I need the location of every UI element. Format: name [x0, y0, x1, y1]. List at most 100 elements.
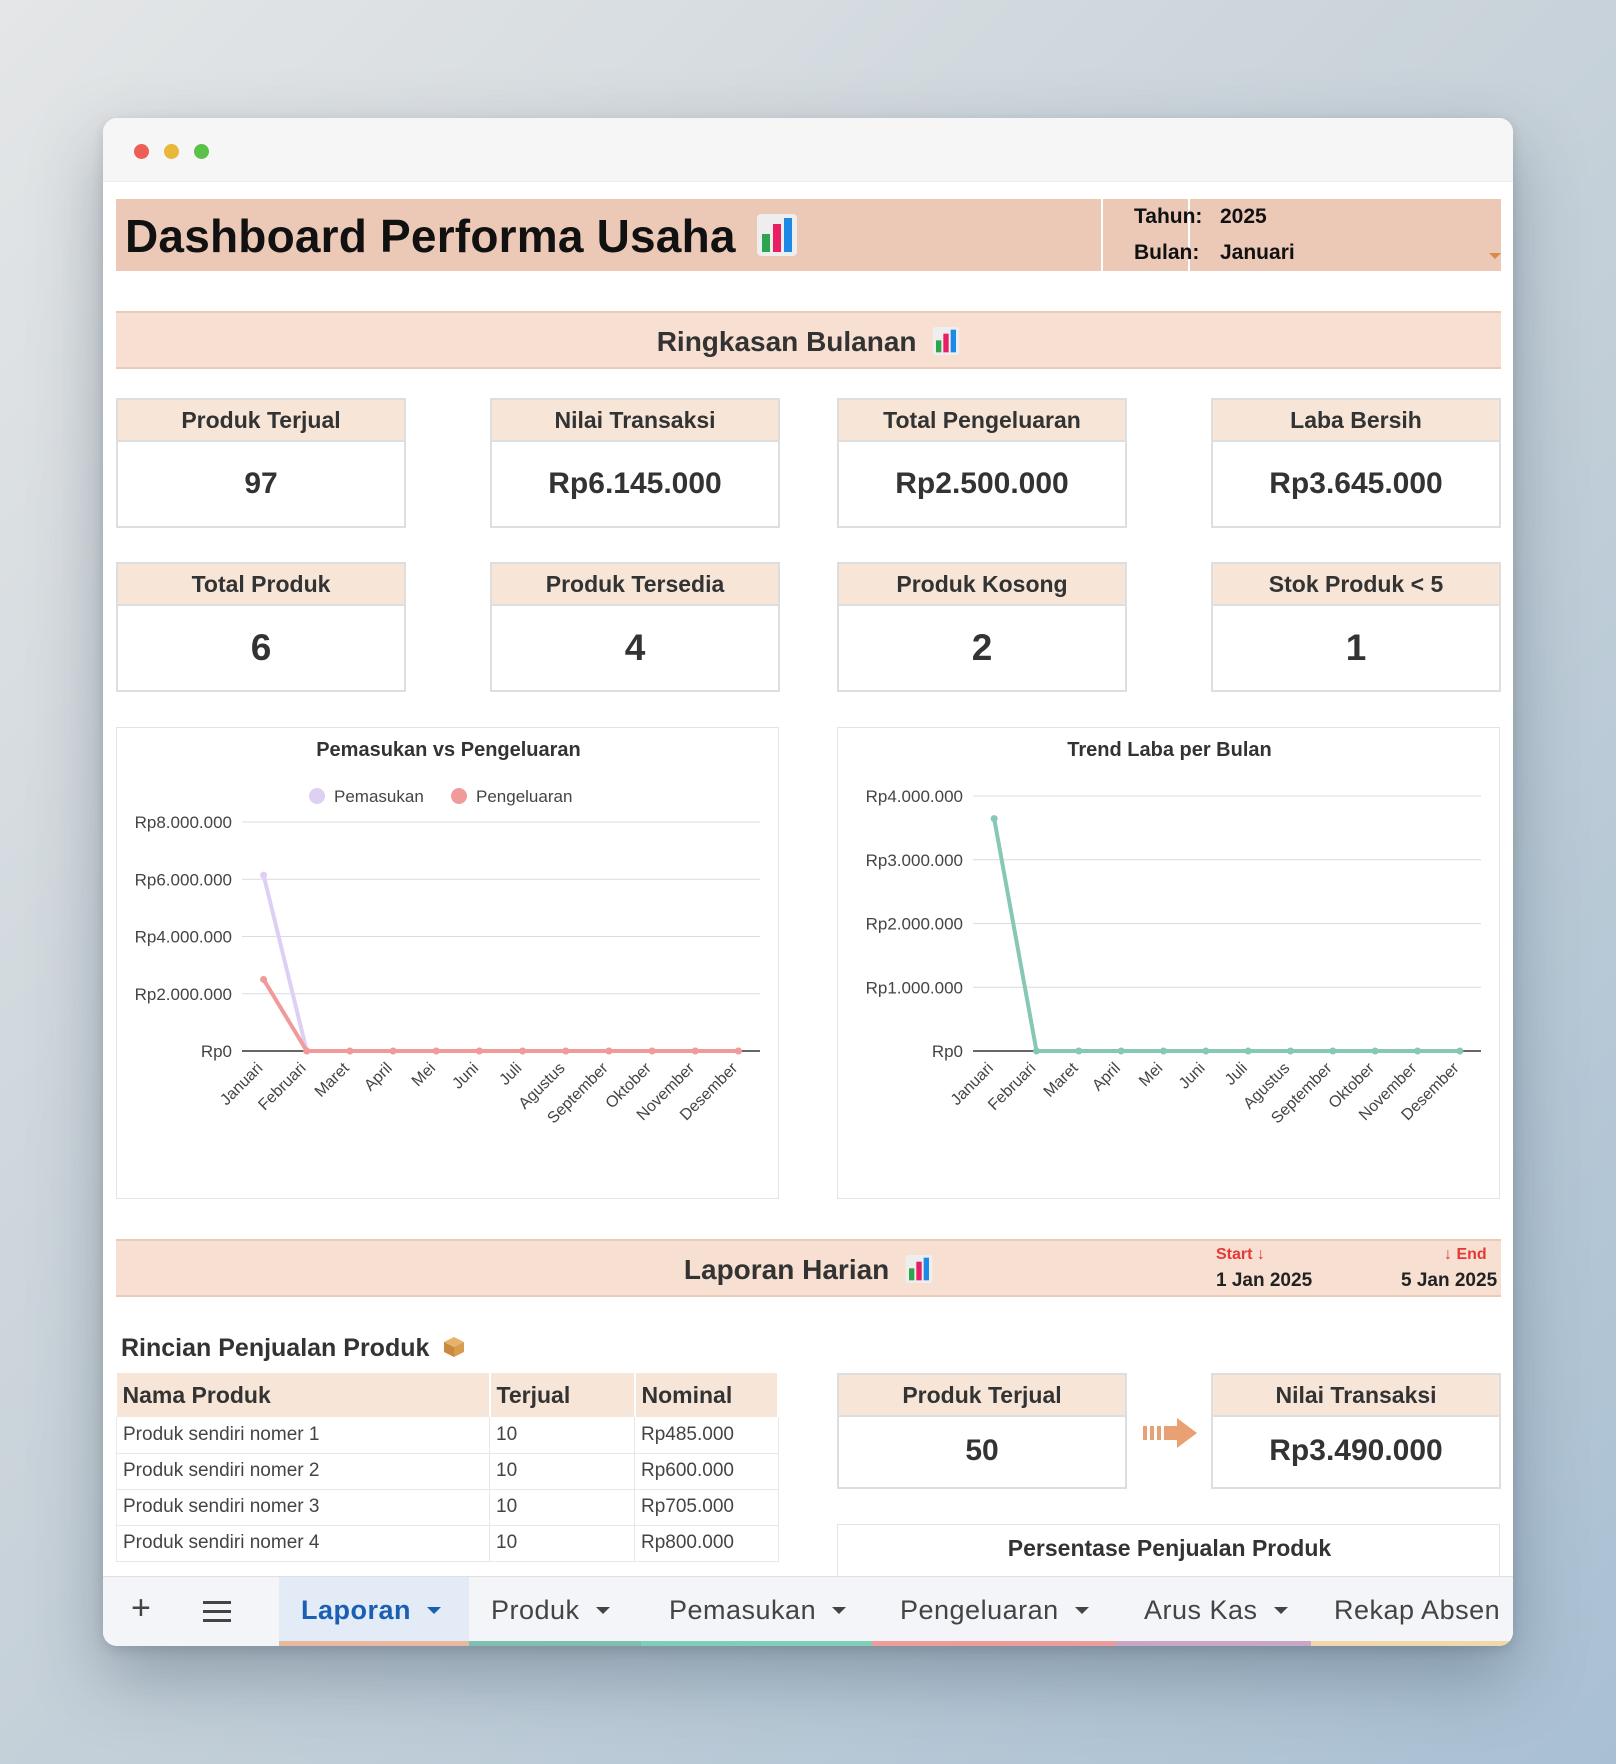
- x-tick-label: April: [361, 1060, 396, 1095]
- x-tick-label: Mei: [409, 1060, 439, 1090]
- x-tick-label: Maret: [1041, 1059, 1082, 1100]
- bulan-dropdown[interactable]: Januari: [1220, 241, 1295, 265]
- package-icon: [444, 1337, 465, 1357]
- x-tick-label: Juli: [1222, 1060, 1251, 1089]
- section-title: Ringkasan Bulanan: [116, 326, 1501, 358]
- data-point: [519, 1047, 527, 1055]
- series-line: [992, 818, 1460, 1053]
- penjualan-table: Nama Produk Terjual Nominal Produk sendi…: [116, 1373, 779, 1562]
- ringkasan-section-header: Ringkasan Bulanan: [116, 311, 1501, 369]
- data-point: [562, 1047, 570, 1055]
- data-point: [734, 1047, 742, 1055]
- spreadsheet-area: Dashboard Performa Usaha Tahun: 2025 Bul…: [103, 182, 1513, 1576]
- app-window: Dashboard Performa Usaha Tahun: 2025 Bul…: [103, 118, 1513, 1646]
- tahun-label: Tahun:: [1134, 205, 1203, 228]
- tab-rekap-absen[interactable]: Rekap Absen: [1311, 1577, 1513, 1646]
- x-tick-label: Juli: [496, 1060, 525, 1089]
- chevron-down-icon[interactable]: [1489, 253, 1501, 259]
- end-date[interactable]: 5 Jan 2025: [1401, 1270, 1497, 1292]
- card-produk-kosong: Produk Kosong 2: [837, 562, 1127, 692]
- page-title: Dashboard Performa Usaha: [125, 209, 797, 263]
- tab-arus-kas[interactable]: Arus Kas: [1116, 1577, 1311, 1646]
- data-point: [1329, 1047, 1337, 1055]
- chart-title: Trend Laba per Bulan: [1067, 739, 1271, 761]
- table-header-row: Nama Produk Terjual Nominal: [116, 1373, 779, 1417]
- card-total-pengeluaran: Total Pengeluaran Rp2.500.000: [837, 398, 1127, 528]
- data-point: [260, 871, 268, 879]
- chart-trend-laba[interactable]: Trend Laba per Bulan Rp0 Rp1.000.000 Rp2.00…: [837, 727, 1500, 1199]
- maximize-window-button[interactable]: [194, 144, 209, 159]
- chart-title: Pemasukan vs Pengeluaran: [316, 739, 581, 761]
- x-tick-label: Maret: [312, 1059, 353, 1100]
- data-point: [1075, 1047, 1083, 1055]
- start-date[interactable]: 1 Jan 2025: [1216, 1270, 1312, 1292]
- y-tick-label: Rp3.000.000: [866, 851, 963, 870]
- table-row[interactable]: Produk sendiri nomer 2 10 Rp600.000: [116, 1453, 779, 1490]
- chevron-down-icon: [427, 1607, 442, 1614]
- y-tick-label: Rp4.000.000: [135, 928, 232, 947]
- bar-chart-icon: [905, 1255, 933, 1283]
- data-point: [1202, 1047, 1210, 1055]
- data-point: [648, 1047, 656, 1055]
- plus-icon[interactable]: +: [131, 1589, 151, 1628]
- card-laba-bersih: Laba Bersih Rp3.645.000: [1211, 398, 1501, 528]
- card-produk-terjual: Produk Terjual 97: [116, 398, 406, 528]
- data-point: [1117, 1047, 1125, 1055]
- arrow-right-icon: [1143, 1418, 1197, 1448]
- pie-chart-title: Persentase Penjualan Produk: [1007, 1535, 1332, 1561]
- chart-pemasukan-vs-pengeluaran[interactable]: Pemasukan vs Pengeluaran Pemasukan Pengelu…: [116, 727, 779, 1199]
- legend-marker: [309, 788, 325, 804]
- dashboard-header: Dashboard Performa Usaha Tahun: 2025 Bul…: [116, 199, 1501, 271]
- y-tick-label: Rp2.000.000: [866, 915, 963, 934]
- chevron-down-icon: [1074, 1607, 1089, 1614]
- pie-chart-persentase[interactable]: Persentase Penjualan Produk: [837, 1524, 1500, 1576]
- rincian-title: Rincian Penjualan Produk: [121, 1334, 466, 1363]
- close-window-button[interactable]: [134, 144, 149, 159]
- tab-pemasukan[interactable]: Pemasukan: [641, 1577, 872, 1646]
- tab-laporan[interactable]: Laporan: [279, 1577, 469, 1646]
- data-point: [1414, 1047, 1421, 1055]
- x-tick-label: April: [1089, 1060, 1124, 1095]
- y-tick-label: Rp2.000.000: [135, 985, 232, 1004]
- tahun-value[interactable]: 2025: [1220, 205, 1267, 229]
- line-chart-laba: Trend Laba per Bulan Rp0 Rp1.000.000 Rp2.00…: [866, 739, 1481, 1127]
- col-nominal: Nominal: [634, 1373, 779, 1417]
- tab-pengeluaran[interactable]: Pengeluaran: [872, 1577, 1116, 1646]
- y-tick-label: Rp1.000.000: [866, 978, 963, 997]
- x-tick-label: Februari: [255, 1060, 309, 1114]
- table-row[interactable]: Produk sendiri nomer 1 10 Rp485.000: [116, 1417, 779, 1454]
- table-row[interactable]: Produk sendiri nomer 3 10 Rp705.000: [116, 1489, 779, 1526]
- y-tick-label: Rp8.000.000: [135, 813, 232, 832]
- y-tick-label: Rp4.000.000: [866, 787, 963, 806]
- tab-produk[interactable]: Produk: [469, 1577, 641, 1646]
- data-point: [990, 815, 998, 823]
- start-label: Start ↓: [1216, 1246, 1265, 1263]
- chevron-down-icon: [832, 1607, 847, 1614]
- data-point: [605, 1047, 613, 1055]
- line-chart-pemasukan: Pemasukan vs Pengeluaran Pemasukan Pengelu…: [135, 739, 760, 1127]
- harian-section-header: Laporan Harian Start ↓ ↓ End 1 Jan 2025 …: [116, 1239, 1501, 1297]
- data-point: [1160, 1047, 1167, 1055]
- x-tick-label: Juni: [449, 1060, 482, 1093]
- y-tick-label: Rp0: [201, 1042, 232, 1061]
- series-line: [261, 874, 739, 1053]
- minimize-window-button[interactable]: [164, 144, 179, 159]
- data-point: [1371, 1047, 1379, 1055]
- data-point: [1456, 1047, 1464, 1055]
- x-tick-label: Mei: [1136, 1060, 1166, 1090]
- end-label: ↓ End: [1444, 1246, 1487, 1263]
- title-bar: [103, 118, 1513, 182]
- data-point: [346, 1047, 354, 1055]
- card-harian-produk-terjual: Produk Terjual 50: [837, 1373, 1127, 1489]
- card-harian-nilai-transaksi: Nilai Transaksi Rp3.490.000: [1211, 1373, 1501, 1489]
- col-terjual: Terjual: [489, 1373, 636, 1417]
- bar-chart-icon: [932, 327, 960, 355]
- x-tick-label: Juni: [1176, 1060, 1209, 1093]
- bulan-label: Bulan:: [1134, 241, 1200, 264]
- data-point: [1287, 1047, 1294, 1055]
- menu-icon[interactable]: [203, 1601, 231, 1628]
- card-stok-produk: Stok Produk < 5 1: [1211, 562, 1501, 692]
- table-row[interactable]: Produk sendiri nomer 4 10 Rp800.000: [116, 1525, 779, 1562]
- y-tick-label: Rp6.000.000: [135, 870, 232, 889]
- bar-chart-icon: [756, 214, 797, 256]
